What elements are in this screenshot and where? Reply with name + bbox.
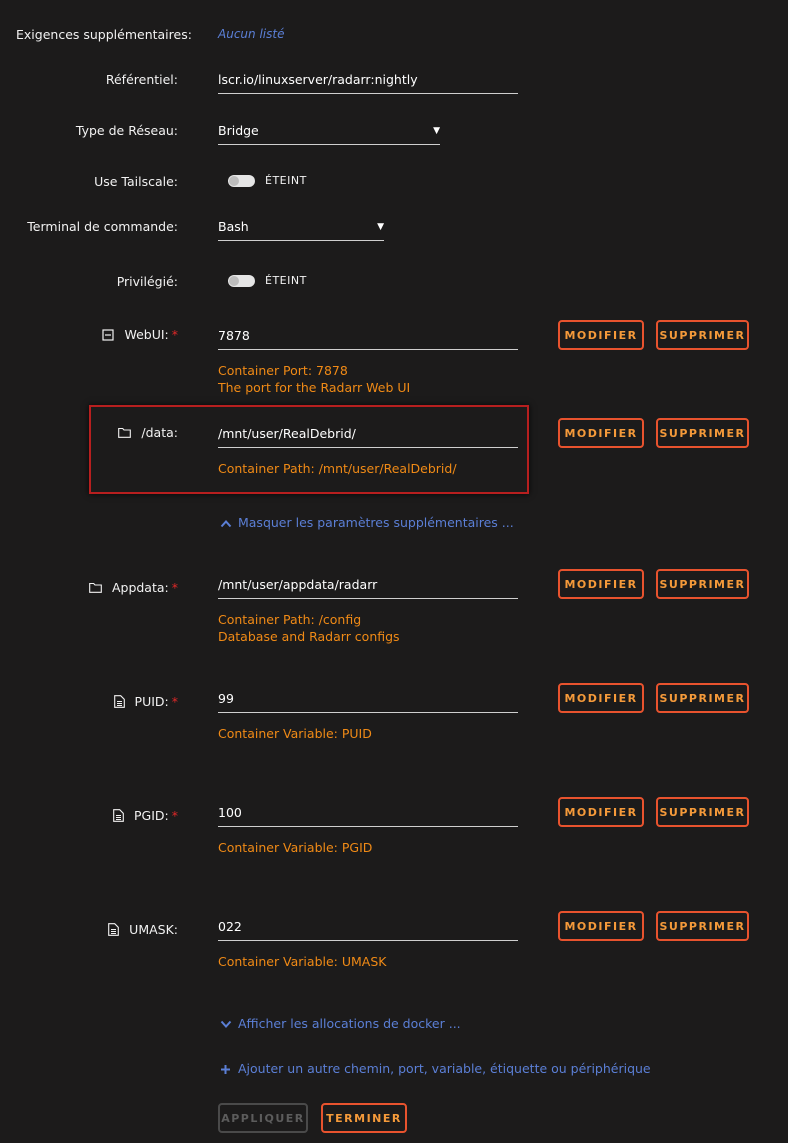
- modify-button[interactable]: MODIFIER: [558, 911, 644, 941]
- delete-button[interactable]: SUPPRIMER: [656, 569, 749, 599]
- file-icon: [108, 923, 120, 936]
- delete-button[interactable]: SUPPRIMER: [656, 911, 749, 941]
- reseau-select[interactable]: Bridge ▼: [218, 123, 440, 145]
- label-umask: UMASK:: [108, 922, 178, 937]
- appdata-input[interactable]: /mnt/user/appdata/radarr: [218, 577, 518, 599]
- label-umask-text: UMASK:: [129, 922, 178, 937]
- note-line: Container Variable: UMASK: [218, 954, 387, 969]
- privilegie-state: ÉTEINT: [265, 274, 307, 287]
- label-webui: WebUI: *: [102, 327, 178, 342]
- label-appdata-text: Appdata: *: [112, 580, 178, 595]
- hide-advanced-text: Masquer les paramètres supplémentaires .…: [237, 515, 514, 530]
- terminal-select[interactable]: Bash ▼: [218, 219, 384, 241]
- puid-input[interactable]: 99: [218, 691, 518, 713]
- tailscale-toggle[interactable]: [228, 175, 255, 187]
- label-webui-value: WebUI:: [124, 327, 169, 342]
- plus-icon: [220, 1064, 231, 1075]
- label-tailscale-text: Use Tailscale:: [94, 174, 178, 189]
- file-icon: [113, 809, 124, 822]
- terminal-select-value: Bash: [218, 219, 249, 234]
- delete-button[interactable]: SUPPRIMER: [656, 418, 749, 448]
- required-mark: *: [171, 808, 178, 823]
- note-line: Container Variable: PUID: [218, 726, 372, 741]
- label-reseau-text: Type de Réseau:: [75, 123, 178, 138]
- chevron-down-icon: ▼: [433, 126, 440, 136]
- modify-button[interactable]: MODIFIER: [558, 797, 644, 827]
- appdata-notes: Container Path: /config Database and Rada…: [218, 611, 400, 645]
- delete-button[interactable]: SUPPRIMER: [656, 683, 749, 713]
- chevron-down-icon: ▼: [377, 222, 384, 232]
- show-allocations-text: Afficher les allocations de docker ...: [237, 1016, 461, 1031]
- note-line: Container Path: /mnt/user/RealDebrid/: [218, 461, 457, 476]
- delete-button[interactable]: SUPPRIMER: [656, 797, 749, 827]
- modify-button[interactable]: MODIFIER: [558, 418, 644, 448]
- port-icon: [102, 328, 115, 341]
- note-line: Container Port: 7878: [218, 363, 348, 378]
- label-puid-value: PUID:: [134, 694, 169, 709]
- note-line: The port for the Radarr Web UI: [218, 380, 411, 395]
- label-puid: PUID: *: [113, 694, 178, 709]
- apply-button[interactable]: APPLIQUER: [218, 1103, 308, 1133]
- highlight-box: [89, 405, 529, 494]
- reseau-select-value: Bridge: [218, 123, 259, 138]
- label-appdata: Appdata: *: [89, 580, 178, 595]
- label-privilegie: Privilégié:: [117, 274, 178, 289]
- data-notes: Container Path: /mnt/user/RealDebrid/: [218, 460, 457, 477]
- label-data: /data:: [118, 425, 178, 440]
- label-pgid-value: PGID:: [134, 808, 169, 823]
- label-referentiel-text: Référentiel:: [105, 72, 178, 87]
- hide-advanced-link[interactable]: Masquer les paramètres supplémentaires .…: [220, 515, 514, 530]
- show-allocations-link[interactable]: Afficher les allocations de docker ...: [220, 1016, 461, 1031]
- done-button[interactable]: TERMINER: [321, 1103, 407, 1133]
- note-line: Database and Radarr configs: [218, 629, 400, 644]
- label-reseau: Type de Réseau:: [76, 123, 178, 138]
- label-exigences-text: Exigences supplémentaires:: [16, 27, 192, 42]
- folder-icon: [118, 427, 132, 438]
- label-pgid-text: PGID: *: [134, 808, 178, 823]
- puid-notes: Container Variable: PUID: [218, 725, 372, 742]
- required-mark: *: [171, 327, 178, 342]
- modify-button[interactable]: MODIFIER: [558, 569, 644, 599]
- label-privilegie-text: Privilégié:: [116, 274, 178, 289]
- tailscale-state: ÉTEINT: [265, 174, 307, 187]
- pgid-input[interactable]: 100: [218, 805, 518, 827]
- label-data-text: /data:: [141, 425, 178, 440]
- referentiel-input[interactable]: lscr.io/linuxserver/radarr:nightly: [218, 72, 518, 94]
- exigences-value: Aucun listé: [218, 27, 285, 41]
- label-pgid: PGID: *: [113, 808, 178, 823]
- note-line: Container Variable: PGID: [218, 840, 373, 855]
- file-icon: [113, 695, 125, 708]
- label-exigences: Exigences supplémentaires:: [16, 27, 192, 42]
- required-mark: *: [171, 580, 178, 595]
- modify-button[interactable]: MODIFIER: [558, 683, 644, 713]
- webui-notes: Container Port: 7878 The port for the Rad…: [218, 362, 410, 396]
- folder-icon: [89, 582, 102, 593]
- chevron-up-icon: [220, 519, 232, 528]
- note-line: Container Path: /config: [218, 612, 362, 627]
- add-more-text: Ajouter un autre chemin, port, variable,…: [237, 1061, 651, 1076]
- data-input[interactable]: /mnt/user/RealDebrid/: [218, 426, 518, 448]
- umask-input[interactable]: 022: [218, 919, 518, 941]
- label-referentiel: Référentiel:: [106, 72, 178, 87]
- pgid-notes: Container Variable: PGID: [218, 839, 372, 856]
- delete-button[interactable]: SUPPRIMER: [656, 320, 749, 350]
- modify-button[interactable]: MODIFIER: [558, 320, 644, 350]
- umask-notes: Container Variable: UMASK: [218, 953, 386, 970]
- label-terminal: Terminal de commande:: [27, 219, 178, 234]
- label-puid-text: PUID: *: [135, 694, 178, 709]
- privilegie-toggle[interactable]: [228, 275, 255, 287]
- label-appdata-value: Appdata:: [111, 580, 169, 595]
- label-terminal-text: Terminal de commande:: [27, 219, 178, 234]
- required-mark: *: [171, 694, 178, 709]
- label-webui-text: WebUI: *: [124, 327, 178, 342]
- webui-input[interactable]: 7878: [218, 328, 518, 350]
- add-more-link[interactable]: Ajouter un autre chemin, port, variable,…: [220, 1061, 651, 1076]
- chevron-down-icon: [220, 1020, 232, 1029]
- label-tailscale: Use Tailscale:: [94, 174, 178, 189]
